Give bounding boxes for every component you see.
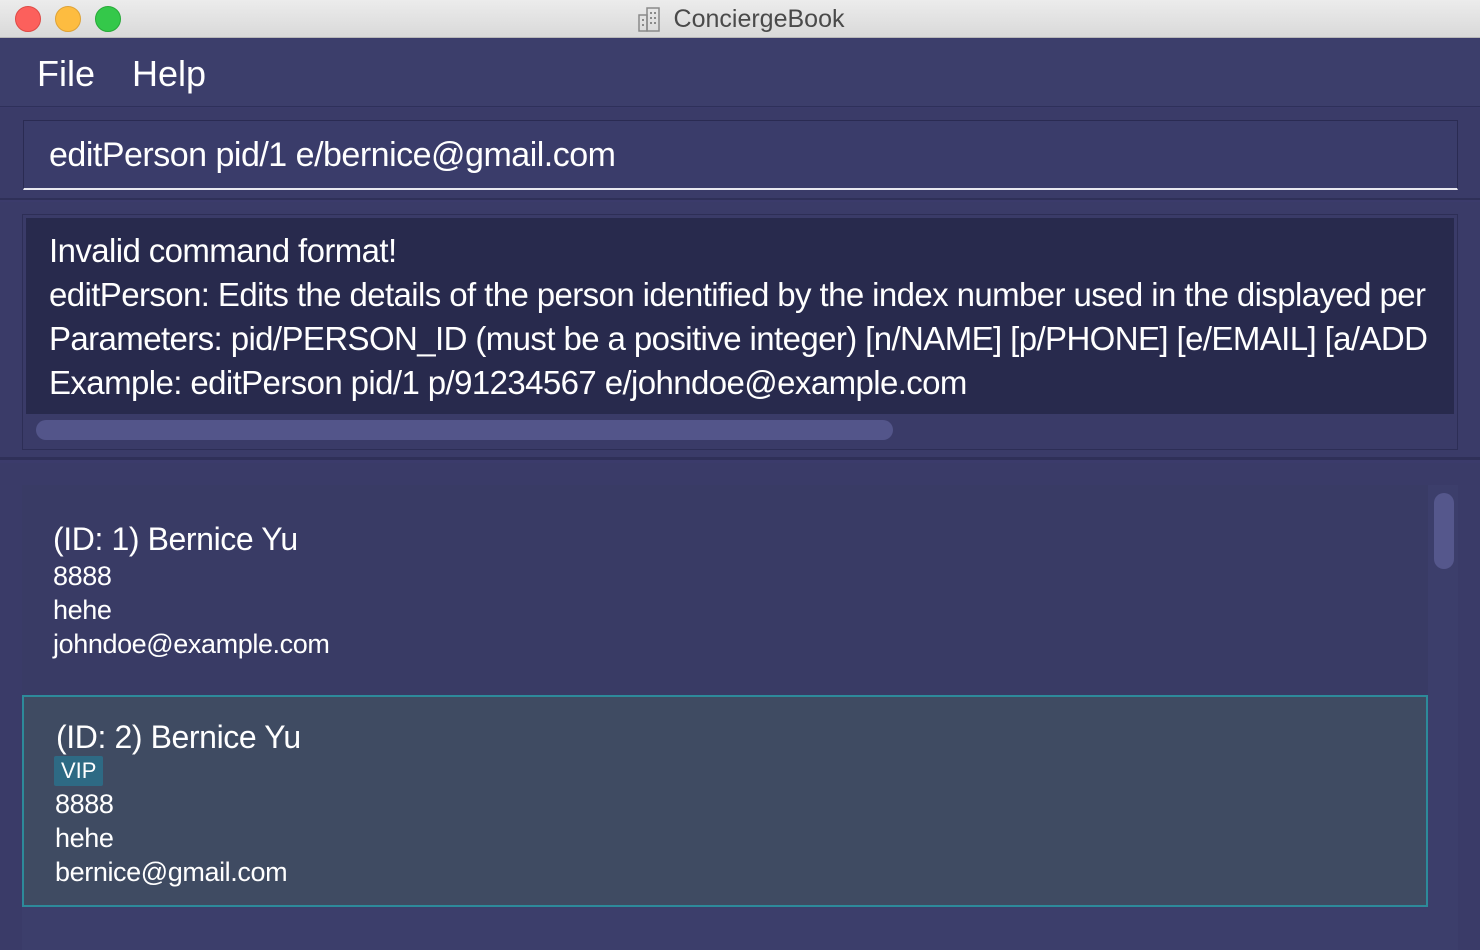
person-phone: 8888 <box>53 561 112 591</box>
person-list-panel: (ID: 1) Bernice Yu 8888 hehe johndoe@exa… <box>0 463 1480 950</box>
window-title: ConciergeBook <box>673 4 845 33</box>
person-list: (ID: 1) Bernice Yu 8888 hehe johndoe@exa… <box>22 485 1458 950</box>
person-card[interactable]: (ID: 1) Bernice Yu 8888 hehe johndoe@exa… <box>22 485 1428 695</box>
window-title-group: ConciergeBook <box>0 0 1480 38</box>
command-input-text: editPerson pid/1 e/bernice@gmail.com <box>49 136 616 174</box>
result-horizontal-scrollbar[interactable] <box>36 420 893 440</box>
person-name: (ID: 1) Bernice Yu <box>53 521 298 557</box>
command-box-area: editPerson pid/1 e/bernice@gmail.com <box>0 108 1480 200</box>
person-email: johndoe@example.com <box>53 629 330 659</box>
person-phone: 8888 <box>55 789 114 819</box>
person-address: hehe <box>53 595 112 625</box>
person-card-selected[interactable]: (ID: 2) Bernice Yu VIP 8888 hehe bernice… <box>22 695 1428 907</box>
person-name: (ID: 2) Bernice Yu <box>56 719 301 755</box>
window-title-bar: ConciergeBook <box>0 0 1480 38</box>
menu-bar: File Help <box>0 39 1480 107</box>
command-input[interactable]: editPerson pid/1 e/bernice@gmail.com <box>23 120 1458 190</box>
result-line: Invalid command format! <box>49 232 397 269</box>
person-list-vertical-scrollbar[interactable] <box>1434 493 1454 569</box>
menu-file[interactable]: File <box>37 53 95 95</box>
person-email: bernice@gmail.com <box>55 857 288 887</box>
person-tag: VIP <box>54 756 104 786</box>
result-line: editPerson: Edits the details of the per… <box>49 276 1426 313</box>
result-display-area: Invalid command format! editPerson: Edit… <box>0 202 1480 460</box>
menu-help[interactable]: Help <box>132 53 206 95</box>
person-address: hehe <box>55 823 114 853</box>
result-line: Example: editPerson pid/1 p/91234567 e/j… <box>49 364 967 401</box>
result-line: Parameters: pid/PERSON_ID (must be a pos… <box>49 320 1428 357</box>
building-icon <box>637 7 660 32</box>
result-display[interactable]: Invalid command format! editPerson: Edit… <box>26 218 1454 414</box>
